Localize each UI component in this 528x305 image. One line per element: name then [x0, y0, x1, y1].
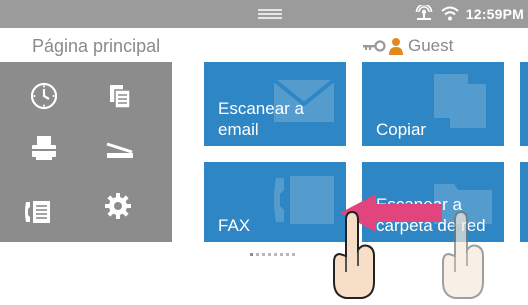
tile-next-partial[interactable]: [520, 62, 528, 146]
status-bar: 12:59PM: [0, 0, 528, 28]
gear-icon[interactable]: [104, 192, 132, 220]
status-time: 12:59PM: [465, 6, 524, 22]
tile-scan-to-email[interactable]: Escanear a email: [204, 62, 346, 146]
drag-handle[interactable]: [258, 9, 282, 19]
tile-label: Copiar: [376, 120, 427, 139]
tile-label: Escanear a carpeta de red: [376, 195, 486, 235]
phone-book-icon[interactable]: [24, 198, 52, 226]
bottom-area: [0, 262, 528, 305]
documents-icon[interactable]: [106, 82, 134, 110]
scanner-icon[interactable]: [106, 134, 134, 162]
page-title: Página principal: [32, 36, 161, 56]
copy-icon: [434, 74, 486, 128]
network-icon: [415, 5, 433, 20]
printer-home-screen: 12:59PM Página principal Guest Escanear …: [0, 0, 528, 305]
key-icon: [363, 40, 386, 52]
header: Página principal Guest: [0, 28, 528, 62]
fax-icon: [274, 176, 334, 224]
tile-label: Escanear a email: [218, 99, 304, 139]
tile-next-partial[interactable]: [520, 162, 528, 242]
tile-copy[interactable]: Copiar: [362, 62, 504, 146]
tile-scan-to-network-folder[interactable]: Escanear a carpeta de red: [362, 162, 504, 242]
wifi-icon: [441, 6, 459, 21]
page-indicator: [250, 253, 295, 256]
shortcut-panel: [0, 62, 172, 242]
user-name: Guest: [408, 36, 454, 55]
printer-icon[interactable]: [30, 134, 58, 162]
tile-label: FAX: [218, 216, 251, 235]
user-login-area[interactable]: Guest: [362, 36, 453, 56]
clock-icon[interactable]: [30, 82, 58, 110]
tile-fax[interactable]: FAX: [204, 162, 346, 242]
user-icon: [389, 38, 403, 55]
